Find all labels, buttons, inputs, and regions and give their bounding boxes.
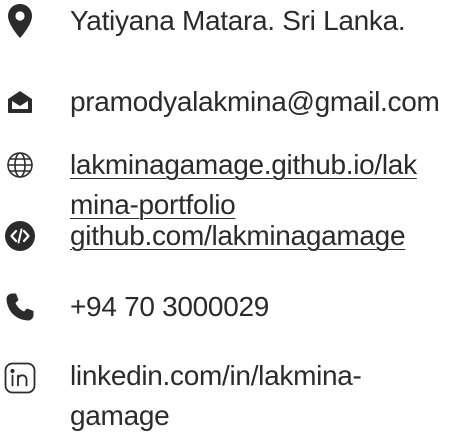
portfolio-link[interactable]: lakminagamage.github.io/lak mina-portfol…	[70, 145, 469, 225]
contact-list: Yatiyana Matara. Sri Lanka. pramodyalakm…	[0, 0, 473, 434]
phone-icon	[0, 287, 40, 327]
phone-row: +94 70 3000029	[0, 286, 473, 328]
github-row: github.com/lakminagamage	[0, 216, 473, 256]
linkedin-icon	[0, 358, 40, 398]
location-row: Yatiyana Matara. Sri Lanka.	[0, 0, 473, 42]
portfolio-link-line-1[interactable]: lakminagamage.github.io/lak	[70, 145, 469, 185]
email-row: pramodyalakmina@gmail.com	[0, 82, 473, 122]
portfolio-row: lakminagamage.github.io/lak mina-portfol…	[0, 144, 473, 226]
envelope-open-icon	[0, 82, 40, 122]
code-icon	[0, 216, 40, 256]
linkedin-row: linkedin.com/in/lakmina- gamage	[0, 356, 473, 434]
linkedin-text: linkedin.com/in/lakmina- gamage	[70, 356, 469, 436]
email-text: pramodyalakmina@gmail.com	[70, 86, 440, 117]
map-pin-icon	[0, 0, 40, 42]
github-link[interactable]: github.com/lakminagamage	[70, 216, 469, 256]
linkedin-text-line-1: linkedin.com/in/lakmina-	[70, 360, 362, 391]
location-text: Yatiyana Matara. Sri Lanka.	[70, 5, 406, 36]
globe-icon	[0, 145, 40, 185]
phone-text: +94 70 3000029	[70, 291, 270, 322]
linkedin-text-line-2: gamage	[70, 400, 170, 431]
